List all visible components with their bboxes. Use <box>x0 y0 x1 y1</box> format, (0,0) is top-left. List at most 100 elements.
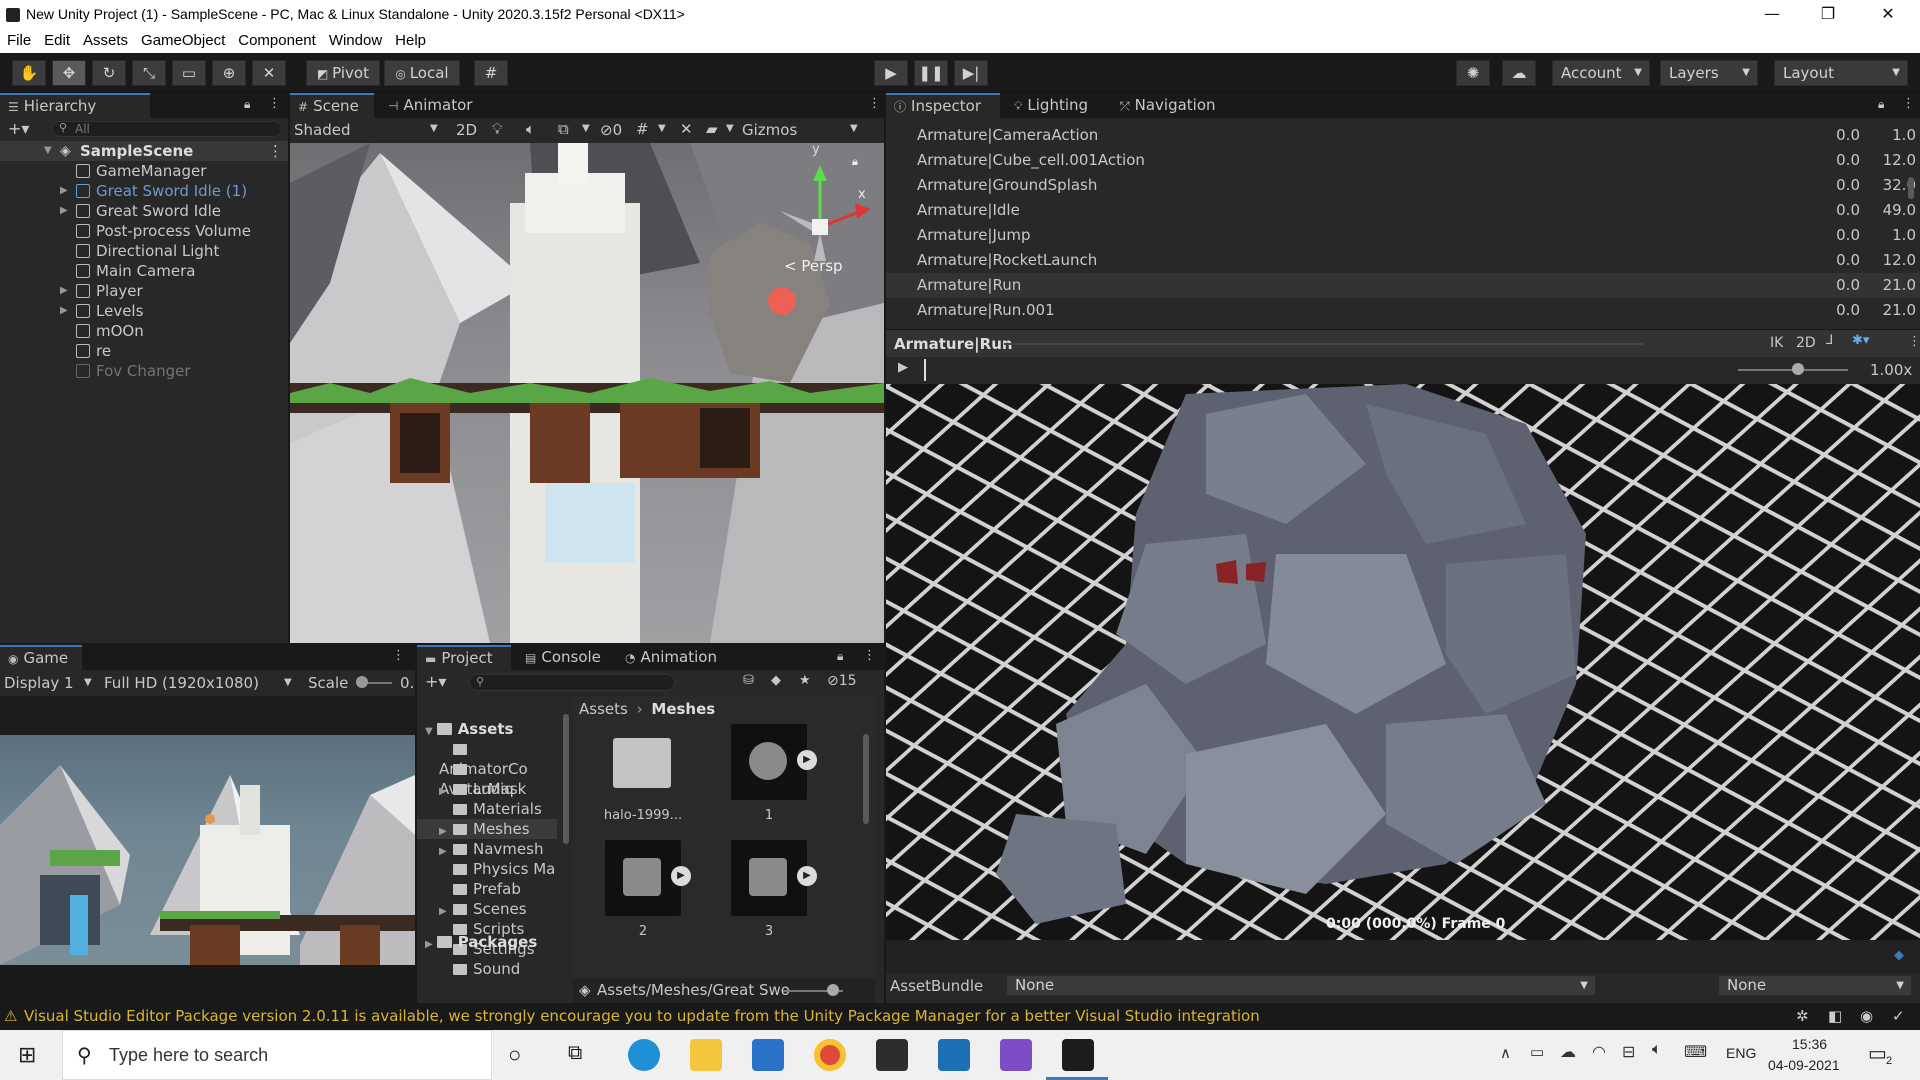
custom-tool-icon[interactable]: ✕ <box>252 60 286 86</box>
tree-folder-item[interactable]: Materials <box>417 799 557 819</box>
clip-list-scrollbar[interactable] <box>1908 125 1918 325</box>
tree-folder-item[interactable]: ▶ Ludiq <box>417 779 557 799</box>
icon-size-slider-handle[interactable] <box>827 984 839 996</box>
assetbundle-dropdown[interactable]: None ▼ <box>1006 975 1596 996</box>
favorite-star-icon[interactable]: ★ <box>799 673 811 688</box>
more-menu-icon[interactable]: ⋮ <box>863 648 876 663</box>
play-preview-icon[interactable]: ▶ <box>671 866 691 886</box>
clock-date[interactable]: 04-09-2021 <box>1768 1057 1840 1073</box>
chevron-down-icon[interactable]: ▼ <box>726 123 734 134</box>
tree-folder-item[interactable]: Physics Ma <box>417 859 557 879</box>
task-view-icon[interactable]: ⧉ <box>568 1042 582 1065</box>
chevron-down-icon[interactable]: ▼ <box>850 123 858 134</box>
local-toggle[interactable]: ◎ Local <box>384 60 460 86</box>
lock-icon[interactable]: 🔒︎ <box>244 97 250 112</box>
tree-folder-item[interactable]: ▶ Meshes <box>417 819 557 839</box>
menu-file[interactable]: File <box>0 30 37 49</box>
animation-clip-row[interactable]: Armature|Run 0.0 21.0 <box>886 273 1920 298</box>
timeline-cursor[interactable] <box>924 359 926 381</box>
lock-icon[interactable]: 🔒︎ <box>837 649 843 664</box>
edge-browser-icon[interactable] <box>628 1039 660 1071</box>
check-icon[interactable]: ✓ <box>1892 1003 1905 1030</box>
tab-navigation[interactable]: ⤱ Navigation <box>1112 93 1238 118</box>
shading-dropdown[interactable]: Shaded <box>294 121 351 139</box>
tab-hierarchy[interactable]: ☰ Hierarchy <box>0 93 150 118</box>
project-search-input[interactable]: ⚲ <box>469 674 675 691</box>
minimize-button[interactable]: — <box>1744 0 1800 30</box>
animation-clip-row[interactable]: Armature|Idle 0.0 49.0 <box>886 198 1920 223</box>
keyboard-icon[interactable]: ⌨ <box>1684 1042 1707 1062</box>
asset-item[interactable]: ▶ 3 <box>719 840 819 950</box>
hidden-packages-counter[interactable]: ⊘15 <box>827 673 857 689</box>
expand-arrow-icon[interactable]: ▶ <box>60 301 68 321</box>
expand-arrow-icon[interactable]: ▶ <box>60 201 68 221</box>
breadcrumb-meshes[interactable]: Meshes <box>651 700 715 718</box>
hierarchy-search-input[interactable]: ⚲ All <box>52 121 282 137</box>
lighting-toggle-icon[interactable]: 💡︎ <box>492 120 503 138</box>
taskbar-search-input[interactable]: ⚲ Type here to search <box>62 1030 492 1080</box>
tab-console[interactable]: ▤ Console <box>517 645 613 670</box>
camera-icon[interactable]: ▰ <box>706 120 718 138</box>
clock-time[interactable]: 15:36 <box>1792 1036 1827 1052</box>
animation-clip-row[interactable]: Armature|Jump 0.0 1.0 <box>886 223 1920 248</box>
filter-label-icon[interactable]: ◆ <box>771 673 781 688</box>
status-bar[interactable]: ⚠ Visual Studio Editor Package version 2… <box>0 1003 1920 1030</box>
add-icon[interactable]: +▾ <box>425 672 446 691</box>
gizmos-dropdown[interactable]: Gizmos <box>742 121 797 139</box>
scene-row[interactable]: ▼ ◈ SampleScene ⋮ <box>0 141 288 161</box>
game-viewport[interactable] <box>0 735 415 965</box>
pause-button[interactable]: ❚❚ <box>914 60 948 86</box>
cloud-icon[interactable]: ☁ <box>1502 60 1536 86</box>
unity-taskbar-icon[interactable] <box>1062 1039 1094 1071</box>
notifications-icon[interactable]: ▭ <box>1868 1041 1887 1066</box>
expand-arrow-icon[interactable]: ▼ <box>425 726 433 737</box>
resolution-dropdown[interactable]: Full HD (1920x1080) <box>104 674 259 692</box>
rect-tool-icon[interactable]: ▭ <box>172 60 206 86</box>
hierarchy-item[interactable]: ▶ Player <box>0 281 288 301</box>
animation-clip-row[interactable]: Armature|CameraAction 0.0 1.0 <box>886 123 1920 148</box>
lock-icon[interactable]: 🔒︎ <box>1878 97 1884 112</box>
windows-start-icon[interactable]: ⊞ <box>18 1042 36 1068</box>
more-menu-icon[interactable]: ⋮ <box>1902 96 1915 111</box>
scene-viewport[interactable]: y x 🔒︎ < Persp <box>290 143 884 643</box>
more-menu-icon[interactable]: ⋮ <box>1908 334 1920 349</box>
hidden-objects-counter[interactable]: ⊘0 <box>600 121 622 139</box>
menu-window[interactable]: Window <box>322 30 388 49</box>
animation-clip-row[interactable]: Armature|Run.001 0.0 21.0 <box>886 298 1920 323</box>
tree-folder-item[interactable]: AvatarMask <box>417 759 557 798</box>
lock-icon[interactable]: 🔒︎ <box>852 155 858 169</box>
display-dropdown[interactable]: Display 1 <box>4 674 74 692</box>
hierarchy-item[interactable]: GameManager <box>0 161 288 181</box>
file-explorer-icon[interactable] <box>690 1039 722 1071</box>
persp-label[interactable]: < Persp <box>784 257 843 275</box>
asset-item[interactable]: ▶ 2 <box>593 840 693 950</box>
play-button[interactable]: ▶ <box>874 60 908 86</box>
more-menu-icon[interactable]: ⋮ <box>868 96 881 111</box>
tree-assets[interactable]: ▼ Assets <box>425 719 513 739</box>
bug-icon[interactable]: ✲ <box>1796 1003 1809 1030</box>
preview-2d-toggle[interactable]: 2D <box>1796 335 1816 351</box>
grid-toggle-icon[interactable]: # <box>636 120 649 138</box>
breadcrumb-assets[interactable]: Assets <box>579 700 628 718</box>
hierarchy-item[interactable]: Main Camera <box>0 261 288 281</box>
pivot-display-icon[interactable]: ⅃ <box>1826 333 1833 348</box>
play-preview-icon[interactable]: ▶ <box>797 750 817 770</box>
tab-animation[interactable]: ◔ Animation <box>617 645 735 670</box>
animation-clip-row[interactable]: Armature|Cube_cell.001Action 0.0 12.0 <box>886 148 1920 173</box>
hierarchy-item[interactable]: Directional Light <box>0 241 288 261</box>
animation-clip-row[interactable]: Armature|RocketLaunch 0.0 12.0 <box>886 248 1920 273</box>
play-preview-icon[interactable]: ▶ <box>797 866 817 886</box>
avatar-body-icon[interactable]: ✱▾ <box>1852 333 1869 348</box>
onedrive-icon[interactable]: ☁ <box>1560 1042 1576 1062</box>
expand-arrow-icon[interactable]: ▶ <box>60 281 68 301</box>
expand-arrow-icon[interactable]: ▶ <box>425 939 433 950</box>
hierarchy-item[interactable]: mOOn <box>0 321 288 341</box>
hierarchy-item[interactable]: ▶ Great Sword Idle (1) <box>0 181 288 201</box>
tools-icon[interactable]: ✕ <box>680 120 693 138</box>
animation-preview-viewport[interactable]: 0:00 (000.0%) Frame 0 <box>886 384 1920 940</box>
tree-folder-item[interactable]: ▶ Navmesh <box>417 839 557 859</box>
lighting-status-icon[interactable]: ◉ <box>1860 1003 1873 1030</box>
tab-lighting[interactable]: 💡︎ Lighting <box>1006 93 1106 118</box>
layout-dropdown[interactable]: Layout ▼ <box>1774 60 1908 86</box>
rotate-tool-icon[interactable]: ↻ <box>92 60 126 86</box>
